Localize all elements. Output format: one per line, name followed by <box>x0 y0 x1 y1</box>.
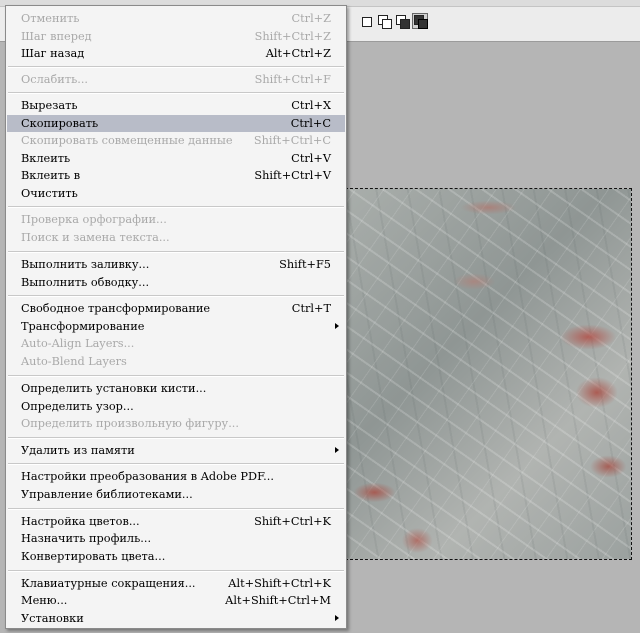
new-selection-icon[interactable] <box>358 13 374 29</box>
menu-separator <box>8 66 344 68</box>
menu-item-clear[interactable]: Очистить <box>7 185 345 202</box>
menu-item-paste-into[interactable]: Вклеить в Shift+Ctrl+V <box>7 167 345 184</box>
submenu-arrow-icon <box>335 615 339 621</box>
intersect-selection-icon[interactable] <box>412 13 428 29</box>
menu-item-assign-profile[interactable]: Назначить профиль... <box>7 530 345 547</box>
menu-item-find-replace: Поиск и замена текста... <box>21 231 170 244</box>
menu-item-copy-merged: Скопировать совмещенные данные Shift+Ctrl… <box>21 134 331 147</box>
menu-item-color-settings[interactable]: Настройка цветов... Shift+Ctrl+K <box>7 513 345 530</box>
menu-item-auto-blend: Auto-Blend Layers <box>21 355 127 368</box>
menu-separator <box>8 375 344 377</box>
menu-item-paste[interactable]: Вклеить Ctrl+V <box>7 150 345 167</box>
edit-menu: Отменить Ctrl+Z Шаг вперед Shift+Ctrl+Z Ша… <box>5 5 347 629</box>
menu-item-step-forward: Шаг вперед Shift+Ctrl+Z <box>21 30 331 43</box>
menu-separator <box>8 295 344 297</box>
add-to-selection-icon[interactable] <box>376 13 392 29</box>
menu-separator <box>8 570 344 572</box>
menu-item-undo: Отменить Ctrl+Z <box>21 12 331 25</box>
menu-item-free-transform[interactable]: Свободное трансформирование Ctrl+T <box>7 300 345 317</box>
menu-item-auto-align: Auto-Align Layers... <box>21 337 135 350</box>
menu-item-convert-profile[interactable]: Конвертировать цвета... <box>7 548 345 565</box>
menu-item-preferences[interactable]: Установки <box>7 610 345 627</box>
selection-mode-buttons <box>358 13 428 29</box>
menu-item-menus[interactable]: Меню... Alt+Shift+Ctrl+M <box>7 592 345 609</box>
submenu-arrow-icon <box>335 323 339 329</box>
menu-item-define-brush[interactable]: Определить установки кисти... <box>7 380 345 397</box>
menu-item-transform[interactable]: Трансформирование <box>7 318 345 335</box>
menu-item-define-shape: Определить произвольную фигуру... <box>21 417 239 430</box>
menu-separator <box>8 92 344 94</box>
menu-item-fill[interactable]: Выполнить заливку... Shift+F5 <box>7 256 345 273</box>
menu-item-keyboard-shortcuts[interactable]: Клавиатурные сокращения... Alt+Shift+Ctrl… <box>7 575 345 592</box>
menu-item-step-backward[interactable]: Шаг назад Alt+Ctrl+Z <box>7 45 345 62</box>
menu-item-purge[interactable]: Удалить из памяти <box>7 442 345 459</box>
menu-item-preset-manager[interactable]: Управление библиотеками... <box>7 486 345 503</box>
menu-item-fade: Ослабить... Shift+Ctrl+F <box>21 73 331 86</box>
subtract-from-selection-icon[interactable] <box>394 13 410 29</box>
menu-item-check-spelling: Проверка орфографии... <box>21 213 167 226</box>
menu-item-copy[interactable]: Скопировать Ctrl+C <box>7 115 345 132</box>
menu-separator <box>8 437 344 439</box>
menu-item-stroke[interactable]: Выполнить обводку... <box>7 274 345 291</box>
submenu-arrow-icon <box>335 447 339 453</box>
menu-separator <box>8 206 344 208</box>
menu-separator <box>8 251 344 253</box>
menu-separator <box>8 508 344 510</box>
menu-item-define-pattern[interactable]: Определить узор... <box>7 398 345 415</box>
menu-item-pdf-presets[interactable]: Настройки преобразования в Adobe PDF... <box>7 468 345 485</box>
menu-item-cut[interactable]: Вырезать Ctrl+X <box>7 97 345 114</box>
menu-separator <box>8 463 344 465</box>
marble-texture-canvas[interactable] <box>345 188 632 560</box>
